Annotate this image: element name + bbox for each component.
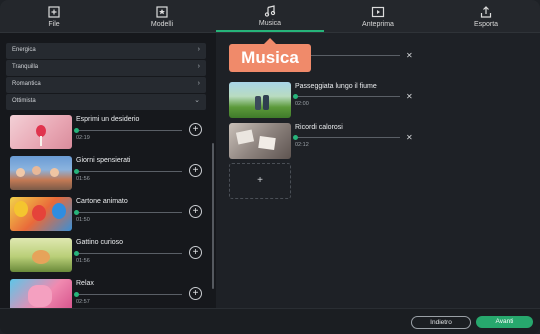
- category-label: Romantica: [12, 81, 41, 87]
- category-tranquilla[interactable]: Tranquilla ›: [6, 60, 206, 76]
- selected-progress-slider[interactable]: [293, 94, 400, 99]
- slider-knob[interactable]: [74, 292, 79, 297]
- add-track-button[interactable]: +: [189, 205, 202, 218]
- track-title: Gattino curioso: [76, 239, 124, 246]
- chevron-right-icon: ›: [197, 80, 200, 87]
- remove-track-button[interactable]: ✕: [406, 93, 413, 101]
- tab-modelli[interactable]: Modelli: [108, 0, 216, 32]
- track-progress-slider[interactable]: [74, 251, 182, 256]
- selected-track-title: Ricordi calorosi: [295, 124, 343, 131]
- category-ottimista[interactable]: Ottimista ⌄: [6, 94, 206, 110]
- preview-play-icon: [371, 6, 385, 17]
- chevron-down-icon: ⌄: [194, 97, 200, 104]
- chevron-right-icon: ›: [197, 63, 200, 70]
- slider-knob[interactable]: [293, 94, 298, 99]
- selected-tracks-panel: ✕ Passeggiata lungo il fiume 02:00 ✕ Ric…: [222, 33, 540, 308]
- tab-anteprima[interactable]: Anteprima: [324, 0, 432, 32]
- track-duration: 01:56: [76, 258, 90, 264]
- track-thumbnail[interactable]: [10, 115, 72, 149]
- tab-anteprima-label: Anteprima: [362, 20, 394, 28]
- track-duration: 02:19: [76, 135, 90, 141]
- add-track-button[interactable]: +: [189, 164, 202, 177]
- music-note-icon: [264, 4, 276, 17]
- track-title: Cartone animato: [76, 198, 128, 205]
- track-duration: 02:57: [76, 299, 90, 305]
- track-thumbnail[interactable]: [10, 238, 72, 272]
- category-label: Tranquilla: [12, 64, 39, 70]
- tab-file[interactable]: File: [0, 0, 108, 32]
- selected-progress-slider[interactable]: [293, 135, 400, 140]
- add-music-placeholder[interactable]: +: [229, 163, 291, 199]
- track-title: Relax: [76, 280, 94, 287]
- selected-track-thumbnail[interactable]: [229, 123, 291, 159]
- app-window: File Modelli Musica Anteprima Esporta En…: [0, 0, 540, 334]
- category-label: Ottimista: [12, 98, 36, 104]
- track-duration: 01:56: [76, 176, 90, 182]
- musica-tooltip: Musica: [229, 38, 311, 72]
- track-progress-slider[interactable]: [74, 128, 182, 133]
- export-icon: [480, 5, 492, 18]
- track-progress-slider[interactable]: [74, 210, 182, 215]
- slider-knob[interactable]: [74, 128, 79, 133]
- slider-knob[interactable]: [293, 135, 298, 140]
- add-track-button[interactable]: +: [189, 246, 202, 259]
- tab-esporta[interactable]: Esporta: [432, 0, 540, 32]
- category-energica[interactable]: Energica ›: [6, 43, 206, 59]
- slider-knob[interactable]: [74, 210, 79, 215]
- chevron-right-icon: ›: [197, 46, 200, 53]
- tab-musica[interactable]: Musica: [216, 0, 324, 32]
- track-title: Esprimi un desiderio: [76, 116, 140, 123]
- category-romantica[interactable]: Romantica ›: [6, 77, 206, 93]
- selected-track-title: Passeggiata lungo il fiume: [295, 83, 377, 90]
- slider-knob[interactable]: [74, 251, 79, 256]
- track-progress-slider[interactable]: [74, 169, 182, 174]
- selected-track-thumbnail[interactable]: [229, 82, 291, 118]
- selected-track-duration: 02:00: [295, 101, 309, 107]
- track-title: Giorni spensierati: [76, 157, 131, 164]
- tab-modelli-label: Modelli: [150, 20, 174, 28]
- tab-file-label: File: [48, 20, 60, 28]
- top-tab-bar: File Modelli Musica Anteprima Esporta: [0, 0, 540, 33]
- file-add-icon: [48, 5, 60, 18]
- tab-esporta-label: Esporta: [473, 20, 499, 28]
- tab-musica-label: Musica: [258, 19, 282, 27]
- track-thumbnail[interactable]: [10, 156, 72, 190]
- next-button[interactable]: Avanti: [476, 316, 533, 328]
- track-thumbnail[interactable]: [10, 197, 72, 231]
- selected-track-duration: 02:12: [295, 142, 309, 148]
- remove-track-button[interactable]: ✕: [406, 134, 413, 142]
- music-library-panel: Energica › Tranquilla › Romantica › Otti…: [0, 33, 216, 313]
- track-duration: 01:50: [76, 217, 90, 223]
- remove-track-button[interactable]: ✕: [406, 52, 413, 60]
- track-progress-slider[interactable]: [74, 292, 182, 297]
- back-button[interactable]: Indietro: [411, 316, 471, 329]
- add-track-button[interactable]: +: [189, 287, 202, 300]
- templates-icon: [156, 5, 168, 18]
- slider-knob[interactable]: [74, 169, 79, 174]
- category-label: Energica: [12, 47, 36, 53]
- library-scrollbar[interactable]: [212, 143, 214, 289]
- add-track-button[interactable]: +: [189, 123, 202, 136]
